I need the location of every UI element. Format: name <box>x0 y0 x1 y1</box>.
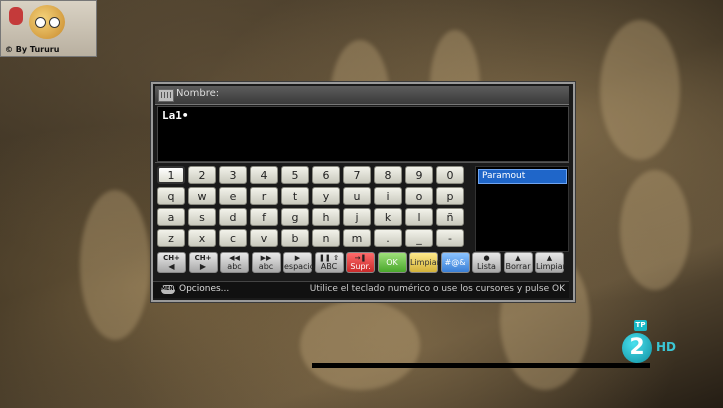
headphones-icon <box>9 7 23 25</box>
key-3[interactable]: 3 <box>219 166 247 184</box>
key-1[interactable]: 1 <box>157 166 185 184</box>
function-key-ok-7[interactable]: OK <box>377 252 407 273</box>
logo-caption: © By Tururu <box>5 45 60 54</box>
function-key--1[interactable]: CH+ ▶ <box>188 252 218 273</box>
mascot-icon <box>29 5 65 39</box>
key-i[interactable]: i <box>374 187 402 205</box>
function-key-abc-3[interactable]: ▶▶ abc <box>251 252 281 273</box>
menu-icon: MENU <box>161 285 178 294</box>
key-r[interactable]: r <box>250 187 278 205</box>
key-8[interactable]: 8 <box>374 166 402 184</box>
key-v[interactable]: v <box>250 229 278 247</box>
key-9[interactable]: 9 <box>405 166 433 184</box>
function-key-borrar-11[interactable]: ▲ Borrar <box>503 252 533 273</box>
divider <box>155 162 569 163</box>
help-hint: Utilice el teclado numérico o use los cu… <box>309 284 565 294</box>
function-key-limpiar-12[interactable]: ▲ Limpiar <box>535 252 566 273</box>
key-s[interactable]: s <box>188 208 216 226</box>
channel-number: 2 <box>622 333 652 363</box>
key-t[interactable]: t <box>281 187 309 205</box>
key-e[interactable]: e <box>219 187 247 205</box>
list-item[interactable]: Paramout <box>478 169 567 184</box>
key-5[interactable]: 5 <box>281 166 309 184</box>
name-input-dialog: Nombre: La1• 1234567890 qwertyuiop asdfghj… <box>151 82 575 302</box>
dialog-footer: MENU Opciones... Utilice el teclado numé… <box>153 281 569 298</box>
key-7[interactable]: 7 <box>343 166 371 184</box>
channel-logo-tve2: TP 2 HD <box>622 320 682 366</box>
function-key-abc-2[interactable]: ◀◀ abc <box>220 252 249 273</box>
key-q[interactable]: q <box>157 187 185 205</box>
hd-label: HD <box>656 340 677 354</box>
key-y[interactable]: y <box>312 187 340 205</box>
function-key--9[interactable]: #@& <box>440 252 470 273</box>
suggestion-list: Paramout <box>475 166 569 252</box>
key-m[interactable]: m <box>343 229 371 247</box>
key-2[interactable]: 2 <box>188 166 216 184</box>
key-f[interactable]: f <box>250 208 278 226</box>
key-k[interactable]: k <box>374 208 402 226</box>
key-l[interactable]: l <box>405 208 433 226</box>
key-u[interactable]: u <box>343 187 371 205</box>
function-key-abc-5[interactable]: ❚❚ ⇧ ABC <box>314 252 344 273</box>
key-ñ[interactable]: ñ <box>436 208 464 226</box>
dialog-titlebar: Nombre: <box>155 86 569 105</box>
function-key--0[interactable]: CH+ ◀ <box>157 252 186 273</box>
key-6[interactable]: 6 <box>312 166 340 184</box>
channel-logo: © By Tururu <box>0 0 97 57</box>
key-0[interactable]: 0 <box>436 166 464 184</box>
key-b[interactable]: b <box>281 229 309 247</box>
key-d[interactable]: d <box>219 208 247 226</box>
function-key-supr-6[interactable]: →❚ Supr. <box>346 252 375 273</box>
function-key-bar: CH+ ◀ CH+ ▶ ◀◀ abc ▶▶ abc ▶ espacio ❚❚ ⇧ ABC →❚ Supr.… <box>157 252 569 274</box>
dialog-title: Nombre: <box>176 88 220 99</box>
key-a[interactable]: a <box>157 208 185 226</box>
options-label[interactable]: Opciones... <box>179 284 229 294</box>
key-x[interactable]: x <box>188 229 216 247</box>
key-h[interactable]: h <box>312 208 340 226</box>
key-w[interactable]: w <box>188 187 216 205</box>
function-key-espacio-4[interactable]: ▶ espacio <box>283 252 315 273</box>
keyboard-icon <box>158 89 174 102</box>
key-dash[interactable]: - <box>436 229 464 247</box>
function-key-lista-10[interactable]: ● Lista <box>472 252 501 273</box>
function-key-limpiar-8[interactable]: Limpiar <box>409 252 440 273</box>
key-period[interactable]: . <box>374 229 402 247</box>
tp-badge: TP <box>634 320 647 331</box>
subtitle-bar <box>312 363 650 368</box>
text-field-value: La1• <box>162 109 189 122</box>
name-text-field[interactable]: La1• <box>157 106 569 162</box>
key-o[interactable]: o <box>405 187 433 205</box>
key-underscore[interactable]: _ <box>405 229 433 247</box>
key-g[interactable]: g <box>281 208 309 226</box>
key-p[interactable]: p <box>436 187 464 205</box>
key-z[interactable]: z <box>157 229 185 247</box>
key-4[interactable]: 4 <box>250 166 278 184</box>
key-n[interactable]: n <box>312 229 340 247</box>
key-c[interactable]: c <box>219 229 247 247</box>
key-j[interactable]: j <box>343 208 371 226</box>
